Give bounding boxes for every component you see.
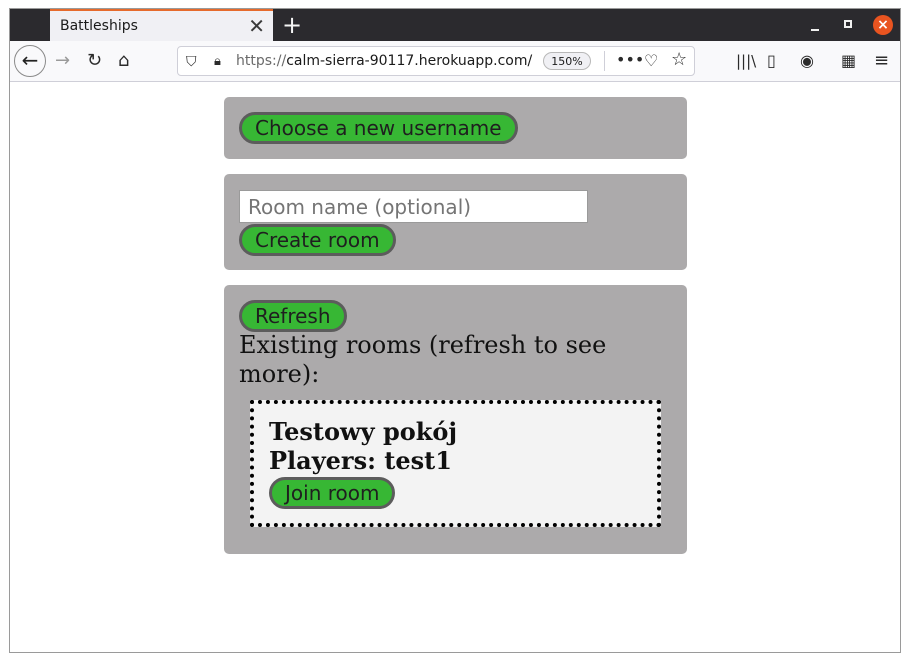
account-icon[interactable]: ◉ — [800, 50, 814, 72]
forward-arrow-icon[interactable]: → — [55, 50, 70, 72]
extensions-icon[interactable]: ▦ — [841, 50, 856, 72]
choose-username-button[interactable]: Choose a new username — [239, 112, 518, 144]
refresh-button[interactable]: Refresh — [239, 300, 347, 332]
url-separator — [604, 51, 605, 71]
room-name: Testowy pokój — [269, 417, 458, 446]
tab-bar: Battleships ✕ + × — [10, 9, 900, 41]
library-icon[interactable]: |||\ — [736, 50, 756, 72]
back-arrow-icon[interactable]: ← — [14, 45, 46, 77]
tab-close-icon[interactable]: ✕ — [248, 15, 265, 37]
browser-window: Battleships ✕ + × ← → ↻ ⌂ ⛉ 🔒︎ https://c… — [9, 8, 901, 653]
navigation-bar: ← → ↻ ⌂ ⛉ 🔒︎ https://calm-sierra-90117.h… — [10, 41, 900, 82]
join-room-button[interactable]: Join room — [269, 477, 396, 509]
home-icon[interactable]: ⌂ — [118, 50, 129, 72]
close-window-icon[interactable]: × — [873, 15, 893, 35]
room-name-input[interactable] — [239, 190, 588, 223]
url-bar[interactable]: ⛉ 🔒︎ https://calm-sierra-90117.herokuapp… — [177, 46, 695, 76]
lock-icon[interactable]: 🔒︎ — [214, 51, 221, 73]
zoom-level[interactable]: 150% — [543, 52, 591, 70]
reload-icon[interactable]: ↻ — [87, 50, 102, 72]
room-players: Players: test1 — [269, 446, 452, 475]
url-host: calm-sierra-90117.herokuapp.com/ — [286, 53, 533, 69]
minimize-icon[interactable] — [806, 15, 826, 35]
maximize-icon[interactable] — [839, 15, 859, 35]
new-tab-icon[interactable]: + — [282, 11, 302, 39]
existing-rooms-label: Existing rooms (refresh to see more): — [239, 331, 607, 388]
shield-icon[interactable]: ⛉ — [186, 51, 197, 73]
tab-title: Battleships — [60, 18, 138, 34]
tab-battleships[interactable]: Battleships ✕ — [50, 9, 273, 41]
pocket-icon[interactable]: ♡ — [644, 50, 658, 72]
page-content: Choose a new username Create room Refres… — [10, 82, 900, 652]
url-scheme: https:// — [236, 53, 287, 69]
room-list-item: Testowy pokój Players: test1 Join room — [250, 400, 661, 527]
star-icon[interactable]: ☆ — [671, 49, 687, 71]
username-card: Choose a new username — [224, 97, 687, 159]
create-room-card: Create room — [224, 174, 687, 270]
url-text[interactable]: https://calm-sierra-90117.herokuapp.com/ — [236, 53, 532, 69]
menu-icon[interactable]: ≡ — [874, 50, 889, 72]
sidebar-icon[interactable]: ▯ — [767, 50, 776, 72]
rooms-card: Refresh Existing rooms (refresh to see m… — [224, 285, 687, 554]
more-icon[interactable]: ••• — [616, 49, 644, 71]
create-room-button[interactable]: Create room — [239, 224, 396, 256]
